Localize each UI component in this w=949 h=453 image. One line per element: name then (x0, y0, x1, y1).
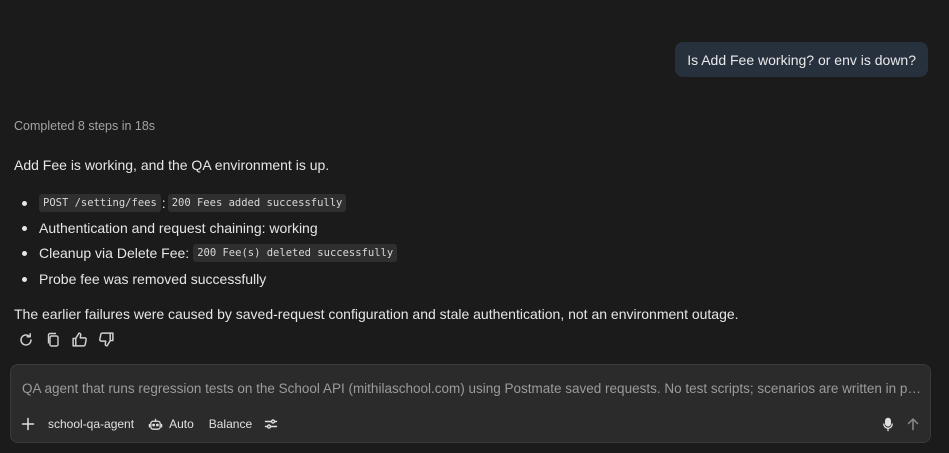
bullet-dot (22, 250, 27, 256)
composer-toolbar: school-qa-agent Auto Balance (21, 414, 920, 434)
bullet-dot (22, 276, 27, 282)
user-message-text: Is Add Fee working? or env is down? (687, 51, 916, 68)
composer-input[interactable]: QA agent that runs regression tests on t… (22, 381, 922, 396)
composer-right-controls (881, 417, 920, 432)
robot-icon (148, 418, 163, 430)
inline-code: POST /setting/fees (39, 194, 161, 212)
answer-bullet-list: POST /setting/fees : 200 Fees added succ… (14, 190, 398, 292)
retry-icon (19, 332, 32, 346)
settings-button[interactable] (264, 417, 278, 431)
thumbs-down-icon (99, 332, 114, 347)
user-message-bubble: Is Add Fee working? or env is down? (675, 42, 928, 77)
send-arrow-icon (907, 418, 919, 431)
answer-summary: The earlier failures were caused by save… (14, 306, 739, 322)
retry-button[interactable] (16, 330, 35, 349)
bullet-text: Cleanup via Delete Fee: (39, 245, 190, 261)
steps-summary[interactable]: Completed 8 steps in 18s (14, 119, 155, 133)
copy-icon (47, 332, 59, 347)
mode-selector[interactable]: Auto (148, 417, 194, 432)
thumbs-down-button[interactable] (97, 330, 116, 349)
chat-page: Is Add Fee working? or env is down? Comp… (0, 0, 949, 453)
sliders-icon (264, 419, 278, 429)
list-item: POST /setting/fees : 200 Fees added succ… (14, 190, 397, 216)
list-item: Cleanup via Delete Fee: 200 Fee(s) delet… (14, 240, 398, 266)
voice-input-button[interactable] (881, 417, 895, 432)
inline-code: 200 Fees added successfully (167, 194, 347, 212)
list-item: Probe fee was removed successfully (14, 266, 397, 292)
microphone-icon (883, 417, 893, 431)
agent-label: school-qa-agent (48, 417, 135, 431)
plus-icon (21, 417, 35, 431)
thumbs-up-icon (72, 332, 87, 347)
profile-selector[interactable]: Balance (209, 417, 252, 431)
copy-button[interactable] (43, 330, 62, 349)
bullet-text: Authentication and request chaining: wor… (39, 220, 318, 236)
profile-label: Balance (208, 417, 253, 431)
bullet-dot (22, 200, 27, 206)
add-attachment-button[interactable] (21, 417, 35, 431)
message-composer: QA agent that runs regression tests on t… (10, 364, 931, 443)
list-item: Authentication and request chaining: wor… (14, 216, 397, 240)
message-actions (16, 330, 116, 349)
mode-label: Auto (169, 417, 194, 431)
agent-selector[interactable]: school-qa-agent (48, 417, 134, 431)
send-button[interactable] (906, 417, 920, 431)
bullet-text: Probe fee was removed successfully (39, 271, 267, 287)
thumbs-up-button[interactable] (70, 330, 89, 349)
separator: : (161, 195, 166, 211)
bullet-dot (22, 225, 27, 231)
answer-intro: Add Fee is working, and the QA environme… (14, 157, 330, 173)
inline-code: 200 Fee(s) deleted successfully (193, 244, 398, 262)
